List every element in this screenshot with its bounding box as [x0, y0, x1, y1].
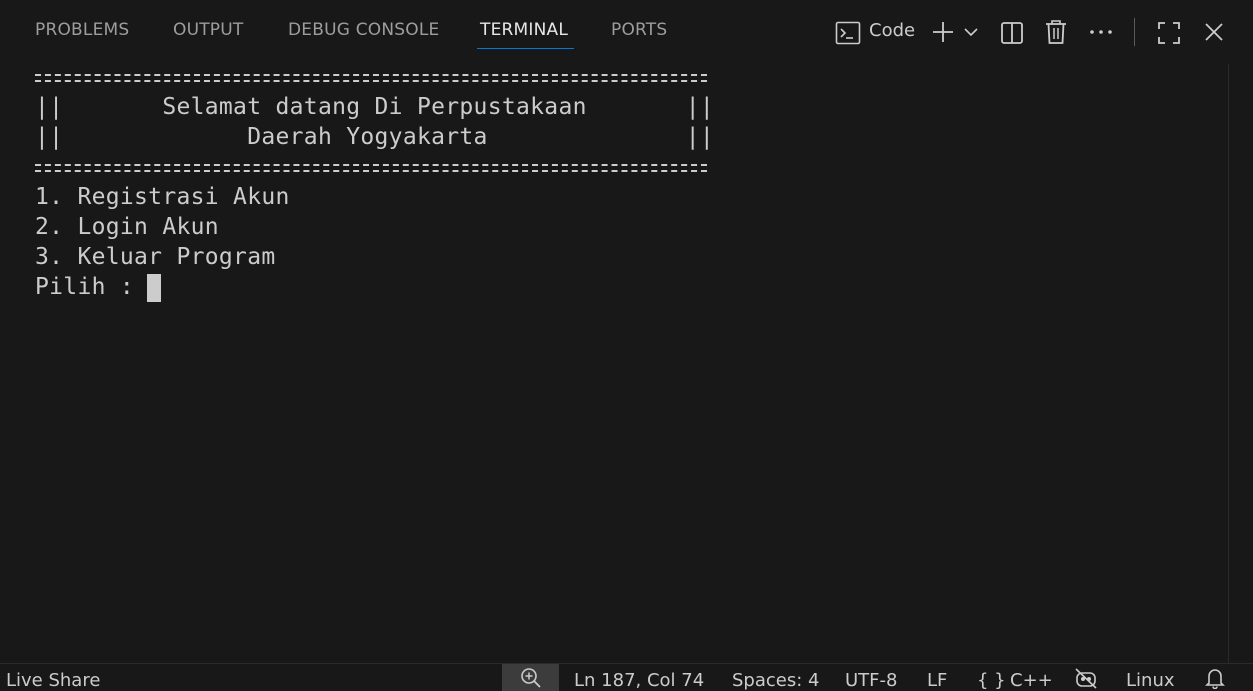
- menu-option-3: 3. Keluar Program: [35, 244, 276, 270]
- indentation-setting[interactable]: Spaces: 4: [732, 670, 819, 691]
- ellipsis-icon[interactable]: [1089, 24, 1113, 40]
- toolbar-divider: [1134, 18, 1135, 46]
- language-mode[interactable]: C++: [1010, 670, 1053, 691]
- trash-icon[interactable]: [1045, 19, 1067, 45]
- encoding-setting[interactable]: UTF-8: [845, 670, 897, 691]
- menu-option-2: 2. Login Akun: [35, 214, 219, 240]
- tab-debug-console[interactable]: DEBUG CONSOLE: [288, 20, 439, 44]
- chevron-down-icon[interactable]: [963, 25, 979, 39]
- menu-option-1: 1. Registrasi Akun: [35, 184, 290, 210]
- tab-terminal[interactable]: TERMINAL: [480, 20, 568, 44]
- maximize-icon[interactable]: [1157, 21, 1181, 45]
- separator-line: [35, 161, 707, 175]
- status-bar: Live Share Ln 187, Col 74 Spaces: 4 UTF-…: [0, 663, 1253, 691]
- tab-ports[interactable]: PORTS: [611, 20, 667, 44]
- terminal-cursor: [147, 274, 161, 302]
- cursor-position[interactable]: Ln 187, Col 74: [574, 670, 704, 691]
- terminal-panel: PROBLEMS OUTPUT DEBUG CONSOLE TERMINAL P…: [0, 0, 1253, 691]
- copilot-disabled-icon[interactable]: [1074, 667, 1098, 689]
- bell-icon[interactable]: [1205, 667, 1225, 689]
- terminal-output[interactable]: || Selamat datang Di Perpustakaan || || …: [0, 64, 1228, 663]
- split-icon[interactable]: [1000, 21, 1024, 45]
- banner-line-2: || Daerah Yogyakarta ||: [35, 124, 715, 150]
- close-icon[interactable]: [1204, 22, 1224, 42]
- terminal-icon[interactable]: [835, 20, 861, 46]
- os-indicator[interactable]: Linux: [1126, 670, 1175, 691]
- eol-setting[interactable]: LF: [927, 670, 947, 691]
- separator-line: [35, 71, 707, 85]
- braces-icon: { }: [977, 670, 1006, 691]
- input-prompt: Pilih :: [35, 274, 149, 300]
- plus-icon[interactable]: [931, 20, 955, 44]
- terminal-profile-label[interactable]: Code: [869, 20, 915, 41]
- terminal-scrollbar[interactable]: [1228, 64, 1253, 663]
- tab-output[interactable]: OUTPUT: [173, 20, 244, 44]
- zoom-button[interactable]: [502, 664, 559, 691]
- live-share-button[interactable]: Live Share: [6, 670, 100, 691]
- tab-problems[interactable]: PROBLEMS: [35, 20, 129, 44]
- active-tab-indicator: [477, 48, 574, 49]
- zoom-in-icon: [520, 668, 541, 688]
- banner-line-1: || Selamat datang Di Perpustakaan ||: [35, 94, 715, 120]
- panel-tab-bar: PROBLEMS OUTPUT DEBUG CONSOLE TERMINAL P…: [0, 0, 1253, 64]
